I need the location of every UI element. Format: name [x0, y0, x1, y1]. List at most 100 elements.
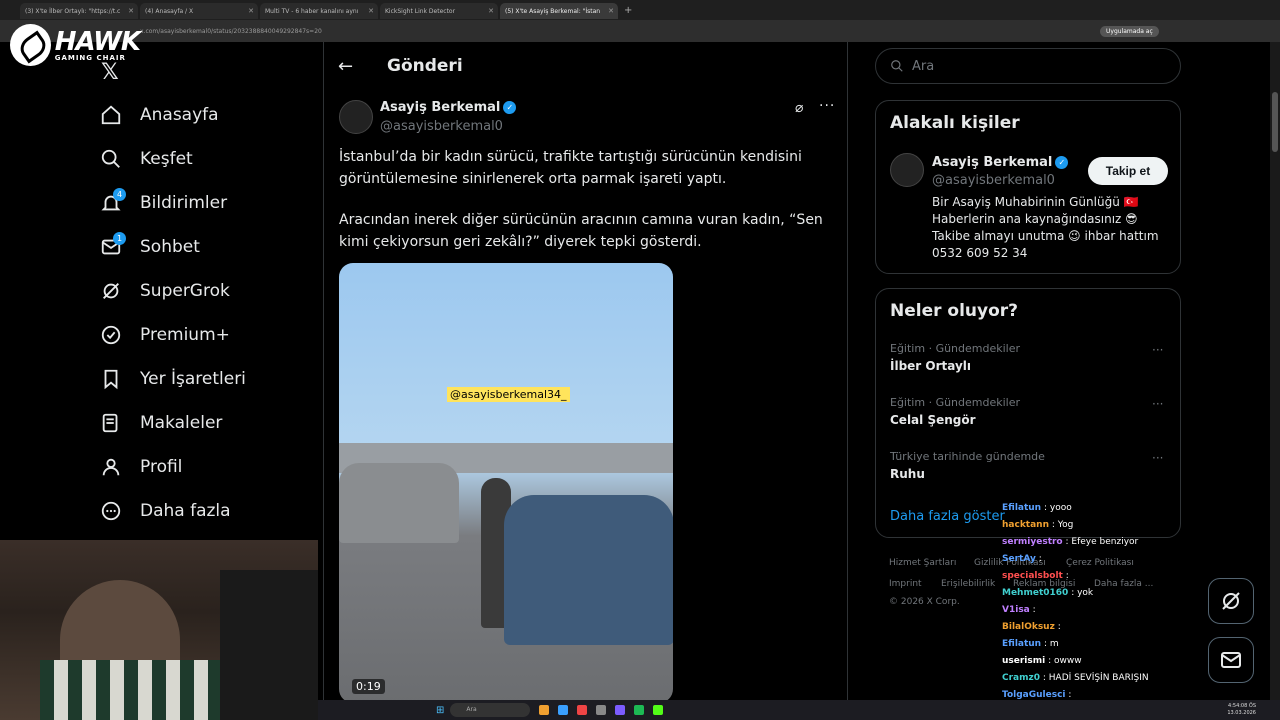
browser-tab[interactable]: KickSight Link Detector ✕	[380, 3, 498, 19]
chat-message: TolgaGulesci :	[1002, 687, 1182, 704]
app-icon[interactable]	[596, 705, 607, 715]
spotify-icon[interactable]	[634, 705, 645, 715]
follow-button[interactable]: Takip et	[1088, 157, 1168, 185]
new-tab-icon[interactable]: +	[624, 5, 632, 16]
post-handle[interactable]: @asayisberkemal0	[380, 119, 503, 134]
sidebar-item-label: Yer İşaretleri	[140, 369, 246, 389]
grok-icon	[1222, 592, 1240, 610]
grok-icon[interactable]: ⌀	[795, 100, 803, 116]
chat-username[interactable]: Efilatun	[1002, 639, 1041, 649]
chat-username[interactable]: BilalOksuz	[1002, 622, 1055, 632]
chat-username[interactable]: SertAy	[1002, 554, 1036, 564]
related-handle[interactable]: @asayisberkemal0	[932, 173, 1055, 188]
sidebar-item-label: Daha fazla	[140, 501, 231, 521]
sidebar-item-bookmarks[interactable]: Yer İşaretleri	[96, 359, 246, 399]
video-watermark: @asayisberkemal34_	[447, 387, 570, 402]
chat-text: : m	[1043, 639, 1059, 649]
notification-badge: 1	[113, 232, 126, 245]
sidebar-item-notifications[interactable]: 4 Bildirimler	[96, 183, 227, 223]
more-options-icon[interactable]: ···	[1152, 343, 1163, 357]
trend-meta: Türkiye tarihinde gündemde	[890, 450, 1045, 463]
streamer-shirt	[40, 660, 220, 720]
back-arrow-icon[interactable]: ←	[338, 56, 353, 77]
footer-link[interactable]: Hizmet Şartları	[889, 558, 956, 568]
sidebar-item-label: Sohbet	[140, 237, 200, 257]
search-placeholder: Ara	[912, 58, 935, 74]
close-icon[interactable]: ✕	[368, 7, 374, 15]
sidebar-item-articles[interactable]: Makaleler	[96, 403, 222, 443]
scrollbar[interactable]	[1270, 42, 1280, 702]
tab-title: (5) X'te Asayiş Berkemal: "İstan	[505, 7, 601, 15]
tab-title: Multi TV - 6 haber kanalını aynı	[265, 7, 359, 15]
taskbar-search[interactable]: Ara	[450, 703, 531, 717]
tab-title: KickSight Link Detector	[385, 7, 456, 15]
scrollbar-thumb[interactable]	[1272, 92, 1278, 152]
post-author[interactable]: Asayiş Berkemal ✓	[380, 100, 517, 115]
chat-username[interactable]: hacktann	[1002, 520, 1049, 530]
logo-title: HAWK	[54, 26, 141, 57]
close-icon[interactable]: ✕	[488, 7, 494, 15]
clock-time: 4:54:08 ÖS	[1228, 703, 1256, 709]
sidebar-item-chat[interactable]: 1 Sohbet	[96, 227, 200, 267]
post-video[interactable]: @asayisberkemal34_ 0:19	[339, 263, 673, 703]
chat-text: : yooo	[1043, 503, 1072, 513]
sidebar-item-supergrok[interactable]: SuperGrok	[96, 271, 230, 311]
footer-link[interactable]: Erişilebilirlik	[941, 579, 995, 589]
grok-button[interactable]	[1208, 578, 1254, 624]
browser-tab[interactable]: (3) X'te İlber Ortaylı: "https://t.c ✕	[20, 3, 138, 19]
discord-icon[interactable]	[615, 705, 626, 715]
more-options-icon[interactable]: ···	[1152, 451, 1163, 465]
chat-username[interactable]: TolgaGulesci	[1002, 690, 1066, 700]
trend-item[interactable]: İlber Ortaylı	[890, 359, 971, 373]
chat-username[interactable]: V1isa	[1002, 605, 1030, 615]
browser-tab[interactable]: Multi TV - 6 haber kanalını aynı ✕	[260, 3, 378, 19]
sidebar-item-premium[interactable]: Premium+	[96, 315, 230, 355]
related-name[interactable]: Asayiş Berkemal ✓	[932, 155, 1069, 170]
gaming-chair	[220, 570, 318, 720]
chat-username[interactable]: userismi	[1002, 656, 1045, 666]
file-explorer-icon[interactable]	[539, 705, 550, 715]
edge-icon[interactable]	[558, 705, 569, 715]
chat-username[interactable]: sermiyestro	[1002, 537, 1063, 547]
chrome-icon[interactable]	[577, 705, 588, 715]
sidebar-item-home[interactable]: Anasayfa	[96, 95, 219, 135]
chat-username[interactable]: specialsbolt	[1002, 571, 1063, 581]
avatar[interactable]	[890, 153, 924, 187]
avatar[interactable]	[339, 100, 373, 134]
taskbar-clock: 4:54:08 ÖS 13.03.2026	[1227, 703, 1256, 717]
more-options-icon[interactable]: ···	[819, 98, 835, 114]
browser-tab-active[interactable]: (5) X'te Asayiş Berkemal: "İstan ✕	[500, 3, 618, 19]
open-in-app-button[interactable]: Uygulamada aç	[1100, 25, 1159, 37]
trend-item[interactable]: Ruhu	[890, 467, 925, 481]
trend-item[interactable]: Celal Şengör	[890, 413, 976, 427]
home-icon	[96, 100, 126, 130]
sidebar-item-more[interactable]: Daha fazla	[96, 491, 231, 531]
sidebar-item-explore[interactable]: Keşfet	[96, 139, 193, 179]
messages-button[interactable]	[1208, 637, 1254, 683]
kick-icon[interactable]	[653, 705, 664, 715]
chat-username[interactable]: Cramz0	[1002, 673, 1040, 683]
close-icon[interactable]: ✕	[248, 7, 254, 15]
chat-message: Efilatun : yooo	[1002, 500, 1182, 517]
more-options-icon[interactable]: ···	[1152, 397, 1163, 411]
url-field[interactable]: x.com/asayisberkemal0/status/20323888400…	[140, 28, 1030, 35]
sidebar-item-label: Profil	[140, 457, 183, 477]
close-icon[interactable]: ✕	[128, 7, 134, 15]
more-circle-icon	[96, 496, 126, 526]
search-icon	[96, 144, 126, 174]
verified-icon	[96, 320, 126, 350]
chat-text: : yok	[1071, 588, 1094, 598]
sidebar-item-profile[interactable]: Profil	[96, 447, 182, 487]
footer-link[interactable]: Imprint	[889, 579, 922, 589]
sidebar-item-label: Makaleler	[140, 413, 223, 433]
chat-username[interactable]: Efilatun	[1002, 503, 1041, 513]
chat-username[interactable]: Mehmet0160	[1002, 588, 1068, 598]
close-icon[interactable]: ✕	[608, 7, 614, 15]
chat-text: :	[1068, 690, 1072, 700]
show-more-link[interactable]: Daha fazla göster	[890, 509, 1005, 524]
windows-start-icon[interactable]: ⊞	[436, 705, 444, 716]
chat-text: : Yog	[1051, 520, 1074, 530]
search-input[interactable]: Ara	[875, 48, 1181, 84]
post-text: Aracından inerek diğer sürücünün aracını…	[339, 212, 823, 250]
browser-tab[interactable]: (4) Anasayfa / X ✕	[140, 3, 258, 19]
